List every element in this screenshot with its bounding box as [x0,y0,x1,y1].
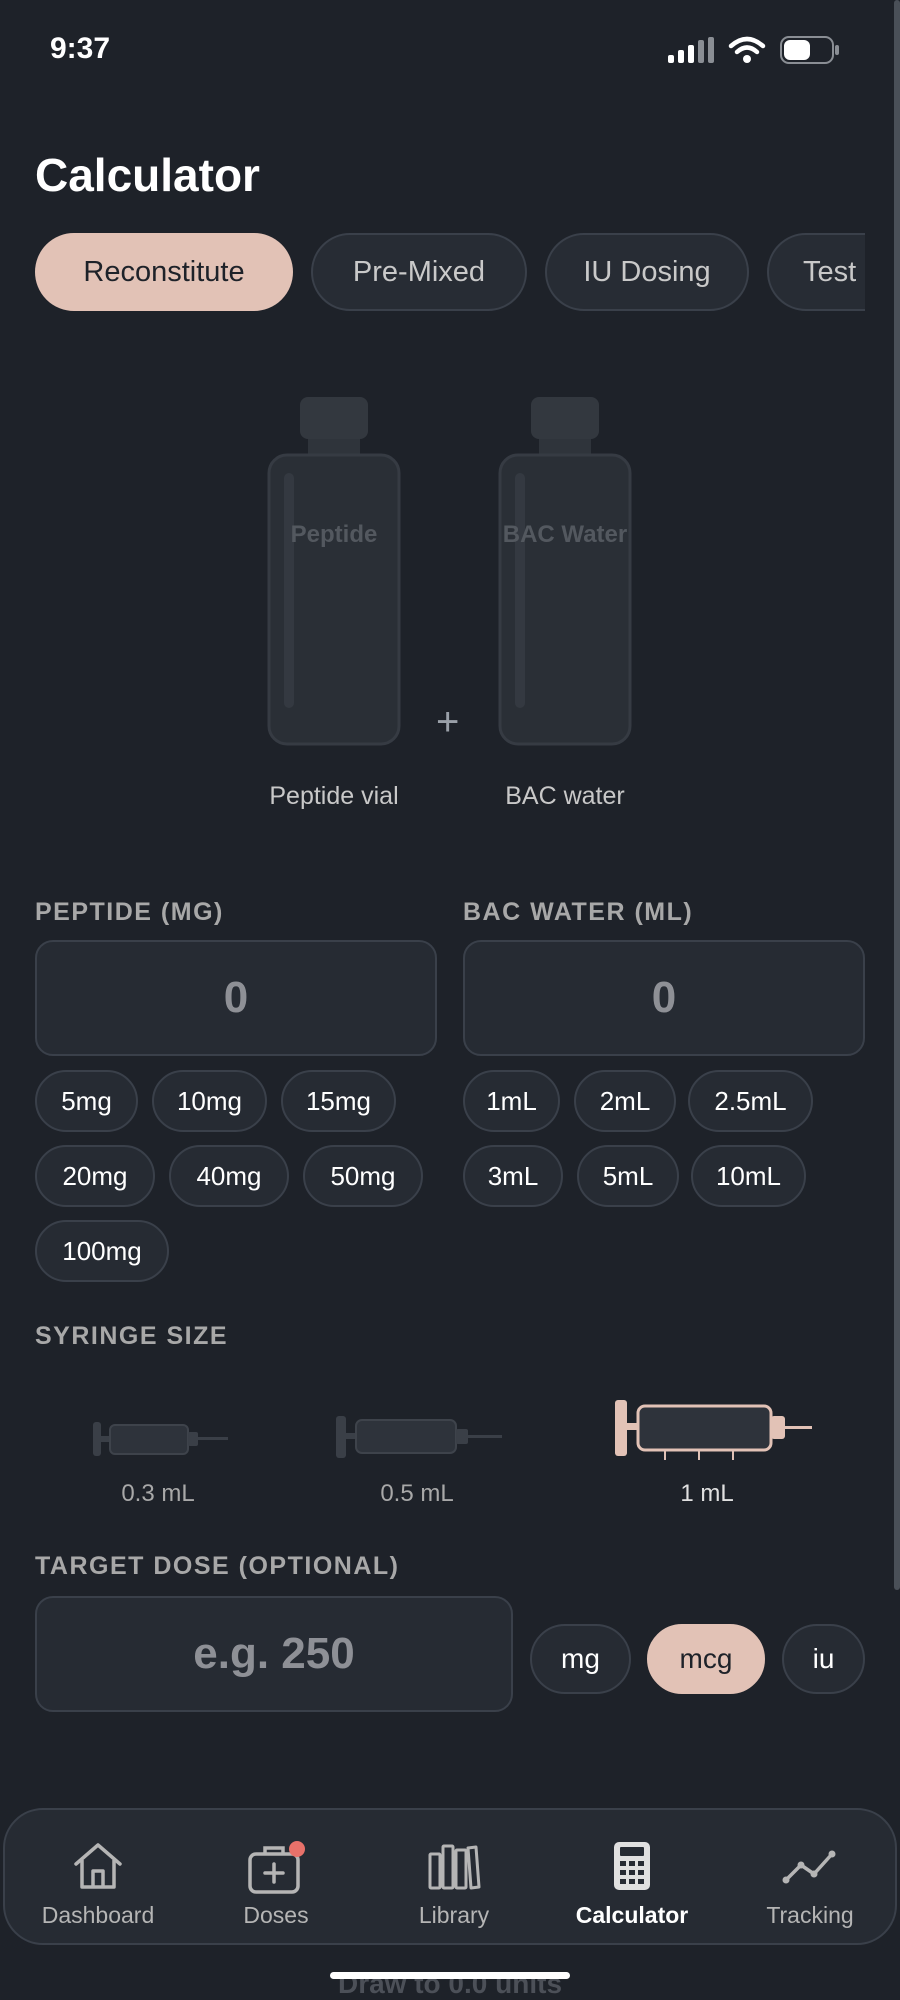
bottom-nav: Dashboard Doses Library Calculator Track… [3,1808,897,1945]
page-title: Calculator [35,149,260,201]
syringe-1ml-label: 1 mL [680,1480,734,1507]
bac-water-preset-10ml[interactable]: 10mL [691,1145,806,1207]
syringe-size-label: SYRINGE SIZE [35,1322,229,1350]
syringe-large-icon [615,1400,812,1460]
plus-sign: + [436,700,460,744]
nav-label-dashboard: Dashboard [41,1902,155,1928]
wifi-icon [728,36,766,63]
scrollbar[interactable] [894,0,900,1590]
bac-water-vial-icon [498,397,632,746]
syringe-option-0-3ml[interactable]: 0.3 mL [88,1412,228,1512]
bac-water-preset-2ml[interactable]: 2mL [574,1070,676,1132]
status-bar: 9:37 [0,0,900,100]
trend-icon [782,1850,836,1884]
bac-water-preset-1ml[interactable]: 1mL [463,1070,560,1132]
peptide-vial-caption: Peptide vial [269,782,399,810]
peptide-preset-40mg[interactable]: 40mg [169,1145,289,1207]
tab-test[interactable]: Test [767,233,865,311]
syringe-small-icon [93,1422,228,1456]
nav-label-doses: Doses [243,1902,309,1928]
tab-iu-dosing[interactable]: IU Dosing [545,233,749,311]
nav-item-library[interactable]: Library [365,1810,543,1947]
nav-item-dashboard[interactable]: Dashboard [9,1810,187,1947]
unit-mg-button[interactable]: mg [530,1624,631,1694]
peptide-preset-15mg[interactable]: 15mg [281,1070,396,1132]
syringe-option-1ml[interactable]: 1 mL [612,1396,812,1512]
bac-water-preset-2-5ml[interactable]: 2.5mL [688,1070,813,1132]
peptide-preset-5mg[interactable]: 5mg [35,1070,138,1132]
target-dose-label: TARGET DOSE (OPTIONAL) [35,1552,400,1580]
nav-label-tracking: Tracking [766,1902,854,1928]
syringe-option-0-5ml[interactable]: 0.5 mL [332,1408,502,1512]
peptide-vial-text: Peptide [290,521,378,548]
calculator-tabs: Reconstitute Pre-Mixed IU Dosing Test [35,233,865,313]
battery-icon [780,36,839,64]
bac-water-preset-5ml[interactable]: 5mL [577,1145,679,1207]
nav-item-doses[interactable]: Doses [187,1810,365,1947]
peptide-preset-50mg[interactable]: 50mg [303,1145,423,1207]
bac-water-label: BAC WATER (ML) [463,898,694,926]
tab-pre-mixed[interactable]: Pre-Mixed [311,233,527,311]
syringe-0-5ml-label: 0.5 mL [380,1480,454,1507]
peptide-vial-icon [267,397,401,746]
nav-label-library: Library [418,1902,490,1928]
cellular-signal-icon [668,37,714,63]
status-icons [668,36,840,64]
target-dose-input[interactable]: e.g. 250 [35,1596,513,1712]
peptide-amount-input[interactable]: 0 [35,940,437,1056]
tab-reconstitute[interactable]: Reconstitute [35,233,293,311]
bac-water-vial-text: BAC Water [502,521,628,548]
home-indicator [330,1972,570,1979]
nav-item-tracking[interactable]: Tracking [721,1810,899,1947]
syringe-0-3ml-label: 0.3 mL [121,1480,195,1507]
bac-water-preset-3ml[interactable]: 3mL [463,1145,563,1207]
syringe-medium-icon [336,1416,502,1458]
peptide-label: PEPTIDE (MG) [35,898,224,926]
home-icon [74,1843,122,1889]
bac-water-caption: BAC water [505,782,625,810]
status-time: 9:37 [50,32,111,65]
calculator-icon [614,1842,650,1890]
peptide-preset-10mg[interactable]: 10mg [152,1070,267,1132]
nav-item-calculator[interactable]: Calculator [543,1810,721,1947]
peptide-preset-100mg[interactable]: 100mg [35,1220,169,1282]
nav-label-calculator: Calculator [575,1902,689,1928]
unit-iu-button[interactable]: iu [782,1624,865,1694]
medical-kit-icon [248,1841,305,1894]
library-icon [428,1844,481,1890]
peptide-preset-20mg[interactable]: 20mg [35,1145,155,1207]
bac-water-amount-input[interactable]: 0 [463,940,865,1056]
unit-mcg-button[interactable]: mcg [647,1624,765,1694]
